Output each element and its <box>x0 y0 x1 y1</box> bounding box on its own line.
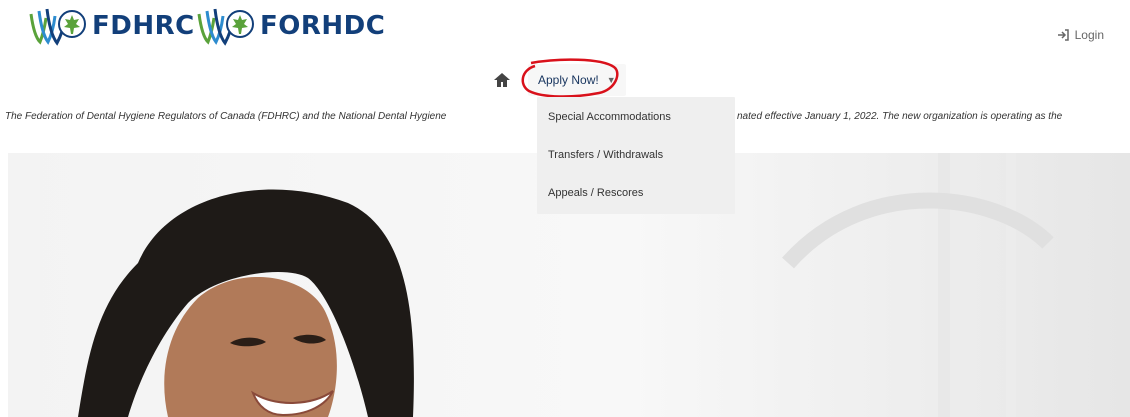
login-link[interactable]: Login <box>1057 28 1104 42</box>
main-nav: Apply Now! ▼ <box>492 58 626 98</box>
dropdown-item-appeals-rescores[interactable]: Appeals / Rescores <box>548 187 643 199</box>
dropdown-item-special-accommodations[interactable]: Special Accommodations <box>548 111 671 123</box>
logo-text: FORHDC <box>260 11 386 41</box>
logo-text: FDHRC <box>92 11 195 41</box>
tooth-logo-icon <box>197 8 254 46</box>
home-icon <box>494 73 510 87</box>
home-link[interactable] <box>492 70 512 90</box>
dropdown-item-transfers-withdrawals[interactable]: Transfers / Withdrawals <box>548 149 663 161</box>
announcement-text-left: The Federation of Dental Hygiene Regulat… <box>5 111 447 122</box>
apply-now-menu[interactable]: Apply Now! ▼ <box>521 58 626 98</box>
tooth-logo-icon <box>29 8 86 46</box>
site-header: FDHRC FORHDC Login <box>0 0 1130 70</box>
forhdc-logo[interactable]: FORHDC <box>196 6 385 46</box>
announcement-text-right: nated effective January 1, 2022. The new… <box>737 111 1063 122</box>
apply-now-label: Apply Now! <box>538 73 599 87</box>
sign-in-icon <box>1057 29 1069 41</box>
apply-now-dropdown: Special Accommodations Transfers / Withd… <box>537 97 735 214</box>
login-label: Login <box>1074 28 1104 42</box>
chevron-down-icon: ▼ <box>606 75 616 85</box>
fdhrc-logo[interactable]: FDHRC <box>28 6 195 46</box>
